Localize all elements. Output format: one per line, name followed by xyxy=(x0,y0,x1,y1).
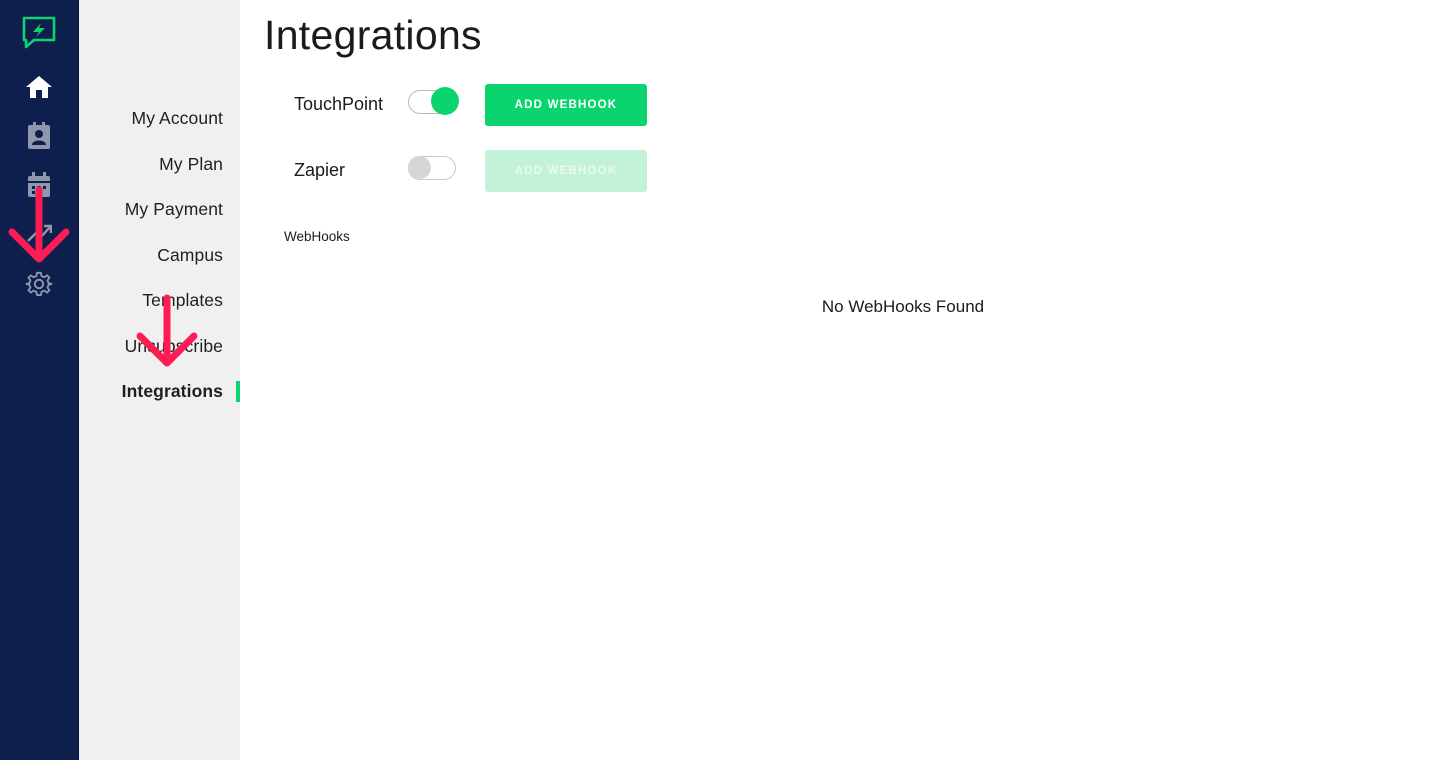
primary-nav-rail xyxy=(0,0,79,760)
webhooks-section-label: WebHooks xyxy=(284,229,350,244)
gear-icon[interactable] xyxy=(22,267,56,301)
toggle-knob xyxy=(431,87,459,115)
submenu-item-unsubscribe[interactable]: Unsubscribe xyxy=(125,336,223,357)
touchpoint-toggle[interactable] xyxy=(408,87,459,115)
submenu-item-my-plan[interactable]: My Plan xyxy=(159,154,223,175)
home-icon[interactable] xyxy=(22,70,56,104)
settings-submenu: My Account My Plan My Payment Campus Tem… xyxy=(79,0,240,760)
submenu-item-my-account[interactable]: My Account xyxy=(132,108,223,129)
zapier-toggle[interactable] xyxy=(408,156,456,180)
touchpoint-add-webhook-button[interactable]: ADD WEBHOOK xyxy=(485,84,647,126)
integration-name-zapier: Zapier xyxy=(294,160,346,180)
page-title: Integrations xyxy=(264,12,482,58)
zapier-add-webhook-button: ADD WEBHOOK xyxy=(485,150,647,192)
calendar-icon[interactable] xyxy=(22,168,56,202)
chat-bolt-logo-icon[interactable] xyxy=(20,14,58,52)
contacts-icon[interactable] xyxy=(22,119,56,153)
integration-name-touchpoint: TouchPoint xyxy=(294,94,384,114)
submenu-item-campus[interactable]: Campus xyxy=(157,245,223,266)
submenu-item-my-payment[interactable]: My Payment xyxy=(125,199,223,220)
main-content: Integrations TouchPoint ADD WEBHOOK Zapi… xyxy=(240,0,1452,760)
submenu-item-integrations[interactable]: Integrations xyxy=(122,381,223,402)
submenu-item-templates[interactable]: Templates xyxy=(142,290,223,311)
analytics-icon[interactable] xyxy=(22,216,56,250)
toggle-knob xyxy=(408,156,431,179)
empty-state-message: No WebHooks Found xyxy=(821,297,985,316)
